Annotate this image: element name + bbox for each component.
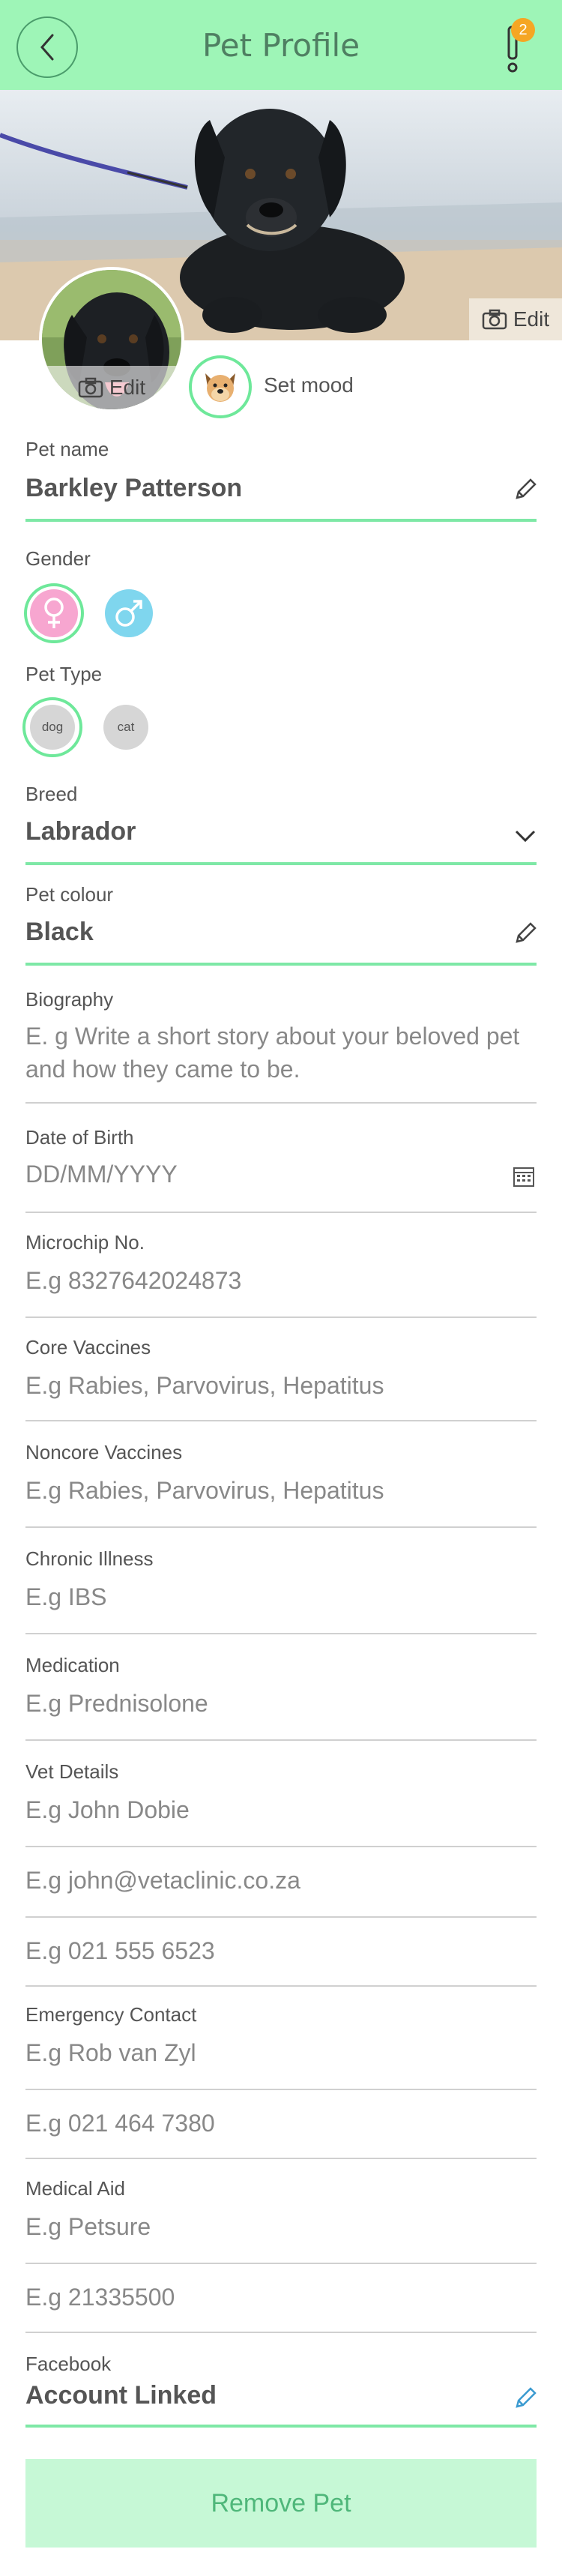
core-vaccines-label: Core Vaccines <box>25 1336 151 1358</box>
vet-email-underline <box>25 1916 537 1918</box>
camera-icon <box>482 309 507 330</box>
emergency-name-underline <box>25 2089 537 2090</box>
medical-aid-name-field[interactable]: E.g Petsure <box>25 2213 151 2241</box>
camera-icon <box>78 377 103 398</box>
colour-label: Pet colour <box>25 883 114 906</box>
microchip-label: Microchip No. <box>25 1231 145 1254</box>
colour-field[interactable]: Black <box>25 918 94 947</box>
vet-phone-field[interactable]: E.g 021 555 6523 <box>25 1937 215 1965</box>
pencil-icon[interactable] <box>513 921 538 946</box>
avatar-edit-button[interactable]: Edit <box>42 366 181 409</box>
avatar-edit-label: Edit <box>109 376 146 399</box>
facebook-label: Facebook <box>25 2353 112 2375</box>
emergency-phone-field[interactable]: E.g 021 464 7380 <box>25 2110 215 2137</box>
pencil-icon[interactable] <box>513 2386 538 2411</box>
gender-male-button[interactable] <box>105 589 153 637</box>
medication-label: Medication <box>25 1654 120 1676</box>
set-mood-button[interactable] <box>189 355 252 418</box>
pet-name-underline <box>25 519 537 522</box>
breed-select[interactable]: Labrador <box>25 817 136 846</box>
breed-underline <box>25 862 537 865</box>
vet-details-label: Vet Details <box>25 1760 119 1783</box>
vet-name-underline <box>25 1846 537 1847</box>
female-symbol-icon <box>44 598 64 628</box>
noncore-vaccines-underline <box>25 1526 537 1528</box>
gender-female-button[interactable] <box>30 589 78 637</box>
medication-underline <box>25 1739 537 1741</box>
page-title: Pet Profile <box>202 27 360 64</box>
vet-email-field[interactable]: E.g john@vetaclinic.co.za <box>25 1867 300 1895</box>
biography-underline <box>25 1102 537 1104</box>
biography-placeholder-line1[interactable]: E. g Write a short story about your belo… <box>25 1023 519 1050</box>
chronic-illness-label: Chronic Illness <box>25 1547 154 1570</box>
medication-field[interactable]: E.g Prednisolone <box>25 1690 208 1718</box>
noncore-vaccines-field[interactable]: E.g Rabies, Parvovirus, Hepatitus <box>25 1477 384 1505</box>
cover-edit-label: Edit <box>513 307 550 331</box>
medical-aid-number-underline <box>25 2332 537 2333</box>
pet-avatar: Edit <box>39 267 184 412</box>
chronic-illness-field[interactable]: E.g IBS <box>25 1583 107 1611</box>
microchip-field[interactable]: E.g 8327642024873 <box>25 1267 241 1295</box>
chevron-down-icon[interactable] <box>513 823 538 849</box>
pet-type-cat-button[interactable]: cat <box>103 705 148 750</box>
dob-label: Date of Birth <box>25 1126 134 1149</box>
core-vaccines-field[interactable]: E.g Rabies, Parvovirus, Hepatitus <box>25 1372 384 1400</box>
cover-edit-button[interactable]: Edit <box>469 298 562 340</box>
dog-face-icon <box>205 373 235 402</box>
set-mood-label: Set mood <box>264 373 354 397</box>
header-bar: Pet Profile 2 <box>0 0 562 90</box>
biography-placeholder-line2[interactable]: and how they came to be. <box>25 1056 300 1083</box>
biography-label: Biography <box>25 988 114 1011</box>
emergency-phone-underline <box>25 2158 537 2159</box>
pet-name-field[interactable]: Barkley Patterson <box>25 474 242 503</box>
emergency-name-field[interactable]: E.g Rob van Zyl <box>25 2039 196 2067</box>
pet-type-label: Pet Type <box>25 663 103 685</box>
emergency-contact-label: Emergency Contact <box>25 2003 197 2026</box>
medical-aid-number-field[interactable]: E.g 21335500 <box>25 2284 175 2311</box>
pet-type-dog-button[interactable]: dog <box>30 705 75 750</box>
dob-underline <box>25 1212 537 1213</box>
facebook-underline <box>25 2425 537 2428</box>
vet-name-field[interactable]: E.g John Dobie <box>25 1796 190 1824</box>
male-symbol-icon <box>115 600 142 627</box>
microchip-underline <box>25 1316 537 1318</box>
noncore-vaccines-label: Noncore Vaccines <box>25 1441 183 1463</box>
medical-aid-name-underline <box>25 2263 537 2264</box>
breed-label: Breed <box>25 783 78 805</box>
dob-field[interactable]: DD/MM/YYYY <box>25 1161 178 1188</box>
vet-phone-underline <box>25 1985 537 1987</box>
remove-pet-button[interactable]: Remove Pet <box>25 2459 537 2548</box>
pet-name-label: Pet name <box>25 438 109 460</box>
notification-badge: 2 <box>511 18 535 42</box>
facebook-field[interactable]: Account Linked <box>25 2381 217 2410</box>
calendar-icon[interactable] <box>513 1165 535 1188</box>
gender-label: Gender <box>25 547 91 570</box>
core-vaccines-underline <box>25 1420 537 1421</box>
pencil-icon[interactable] <box>513 477 538 502</box>
chronic-illness-underline <box>25 1633 537 1634</box>
colour-underline <box>25 963 537 966</box>
medical-aid-label: Medical Aid <box>25 2177 125 2200</box>
